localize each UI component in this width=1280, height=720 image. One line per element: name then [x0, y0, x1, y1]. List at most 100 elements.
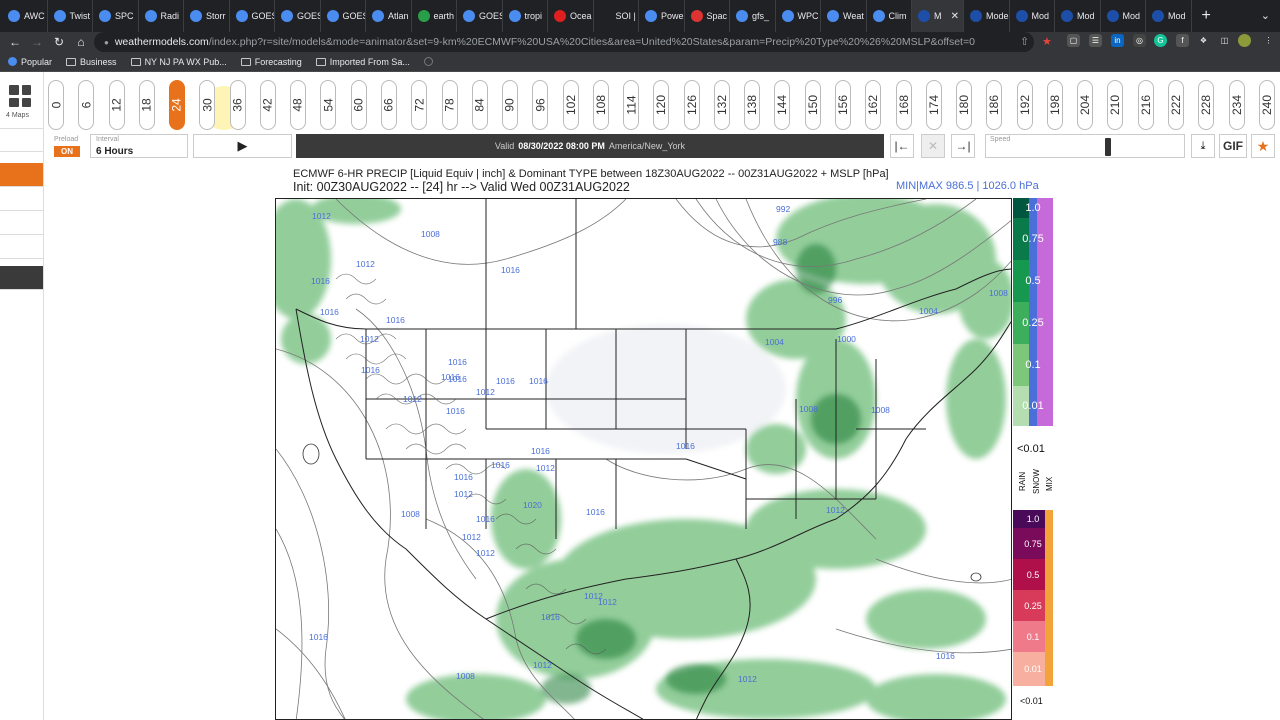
- browser-tab[interactable]: Ocea: [548, 0, 594, 32]
- maps-grid-icon[interactable]: [9, 85, 31, 107]
- close-tab-icon[interactable]: ✕: [951, 11, 959, 22]
- back-icon[interactable]: ←: [4, 35, 26, 49]
- browser-tab[interactable]: tropi: [503, 0, 548, 32]
- speed-slider-handle[interactable]: [1105, 138, 1111, 156]
- browser-tab[interactable]: Radi: [139, 0, 184, 32]
- browser-tab[interactable]: SOI |: [594, 0, 639, 32]
- forecast-hour-button[interactable]: 162: [865, 80, 882, 130]
- browser-tab[interactable]: Weat: [821, 0, 867, 32]
- sidebar-item[interactable]: [0, 187, 43, 211]
- download-button[interactable]: ⤓: [1191, 134, 1215, 158]
- forecast-hour-button[interactable]: 186: [986, 80, 1003, 130]
- browser-tab[interactable]: M ✕: [912, 0, 964, 32]
- browser-tab[interactable]: AWC: [2, 0, 48, 32]
- forecast-hour-button[interactable]: 240: [1258, 80, 1275, 130]
- play-button[interactable]: ▶: [193, 134, 292, 158]
- forecast-hour-button[interactable]: 234: [1228, 80, 1245, 130]
- forecast-hour-button[interactable]: 216: [1137, 80, 1154, 130]
- forecast-hour-button[interactable]: 6: [78, 80, 95, 130]
- favorite-button[interactable]: ★: [1251, 134, 1275, 158]
- tab-search-icon[interactable]: ⌄: [1261, 9, 1270, 22]
- forecast-hour-button[interactable]: 30: [199, 80, 216, 130]
- forecast-hour-button[interactable]: 84: [471, 80, 488, 130]
- forecast-hour-button[interactable]: 72: [411, 80, 428, 130]
- forecast-hour-button[interactable]: 108: [592, 80, 609, 130]
- sidebar-icon[interactable]: ◫: [1218, 34, 1231, 47]
- forecast-hour-button[interactable]: 66: [380, 80, 397, 130]
- bookmark-star-icon[interactable]: ★: [1042, 35, 1052, 48]
- forecast-hour-button[interactable]: 96: [532, 80, 549, 130]
- extension-icon[interactable]: ☰: [1089, 34, 1102, 47]
- forecast-hour-button[interactable]: 114: [623, 80, 640, 130]
- grammarly-icon[interactable]: G: [1154, 34, 1167, 47]
- preload-toggle[interactable]: Preload ON: [48, 134, 86, 158]
- forecast-hour-button[interactable]: 144: [774, 80, 791, 130]
- interval-select[interactable]: Interval 6 Hours: [90, 134, 188, 158]
- extension-icon[interactable]: ▢: [1067, 34, 1080, 47]
- forecast-hour-button[interactable]: 174: [925, 80, 942, 130]
- gif-button[interactable]: GIF: [1219, 134, 1247, 158]
- sidebar-item-active[interactable]: [0, 163, 43, 187]
- sidebar-item[interactable]: [0, 235, 43, 259]
- last-frame-button[interactable]: →|: [951, 134, 975, 158]
- bookmark-popular[interactable]: Popular: [8, 57, 52, 67]
- puzzle-icon[interactable]: ❖: [1197, 34, 1210, 47]
- forecast-hour-button[interactable]: 168: [895, 80, 912, 130]
- forecast-hour-button[interactable]: 156: [835, 80, 852, 130]
- reload-icon[interactable]: ↻: [48, 35, 70, 49]
- forecast-hour-button[interactable]: 36: [229, 80, 246, 130]
- forecast-hour-button[interactable]: 204: [1077, 80, 1094, 130]
- address-bar[interactable]: ● weathermodels.com/index.php?r=site/mod…: [94, 32, 1034, 52]
- forecast-hour-button[interactable]: 120: [653, 80, 670, 130]
- forecast-hour-button[interactable]: 132: [713, 80, 730, 130]
- forecast-hour-button[interactable]: 222: [1167, 80, 1184, 130]
- forecast-hour-button[interactable]: 42: [259, 80, 276, 130]
- linkedin-icon[interactable]: in: [1111, 34, 1124, 47]
- forecast-hour-button[interactable]: 18: [138, 80, 155, 130]
- browser-tab[interactable]: Mod: [1146, 0, 1192, 32]
- forecast-hour-button[interactable]: 192: [1016, 80, 1033, 130]
- home-icon[interactable]: ⌂: [70, 35, 92, 49]
- stop-button[interactable]: ✕: [921, 134, 945, 158]
- first-frame-button[interactable]: |←: [890, 134, 914, 158]
- sidebar-item[interactable]: [0, 211, 43, 235]
- browser-tab[interactable]: Twist: [48, 0, 93, 32]
- share-icon[interactable]: ⇧: [1020, 35, 1029, 48]
- forecast-hour-button[interactable]: 228: [1198, 80, 1215, 130]
- sidebar-item[interactable]: [0, 128, 43, 152]
- sidebar-item-dark[interactable]: [0, 266, 43, 290]
- bookmark-extra[interactable]: [423, 57, 433, 66]
- browser-tab[interactable]: Powe: [639, 0, 685, 32]
- forecast-hour-button[interactable]: 0: [48, 80, 64, 130]
- extension-icon[interactable]: f: [1176, 34, 1189, 47]
- forecast-hour-button[interactable]: 78: [441, 80, 458, 130]
- browser-tab[interactable]: GOES: [321, 0, 366, 32]
- forecast-hour-button[interactable]: 90: [502, 80, 519, 130]
- browser-tab[interactable]: Mode: [964, 0, 1010, 32]
- browser-tab[interactable]: Atlan: [366, 0, 412, 32]
- forecast-map[interactable]: 1012 1008 1016 1012 1016 1016 1016 1012 1016 1016…: [275, 198, 1012, 720]
- forecast-hour-button[interactable]: 138: [744, 80, 761, 130]
- browser-tab[interactable]: SPC: [93, 0, 139, 32]
- browser-tab[interactable]: Mod: [1055, 0, 1101, 32]
- forecast-hour-button[interactable]: 48: [290, 80, 307, 130]
- forecast-hour-button[interactable]: 60: [350, 80, 367, 130]
- browser-tab[interactable]: earth: [412, 0, 457, 32]
- browser-tab[interactable]: GOES: [457, 0, 503, 32]
- bookmark-folder-business[interactable]: Business: [66, 57, 117, 67]
- forecast-hour-button[interactable]: 12: [108, 80, 125, 130]
- browser-tab[interactable]: WPC: [776, 0, 821, 32]
- forecast-hour-button[interactable]: 210: [1107, 80, 1124, 130]
- forward-icon[interactable]: →: [26, 35, 48, 49]
- forecast-hour-button[interactable]: 150: [804, 80, 821, 130]
- speed-slider[interactable]: Speed: [985, 134, 1185, 158]
- browser-tab[interactable]: gfs_: [730, 0, 776, 32]
- browser-tab[interactable]: Mod: [1010, 0, 1055, 32]
- browser-tab[interactable]: Storr: [184, 0, 230, 32]
- forecast-hour-button[interactable]: 102: [562, 80, 579, 130]
- bookmark-folder-forecasting[interactable]: Forecasting: [240, 57, 302, 67]
- browser-tab[interactable]: GOES: [230, 0, 275, 32]
- kebab-menu-icon[interactable]: ⋮: [1262, 34, 1275, 47]
- browser-tab[interactable]: Clim: [867, 0, 912, 32]
- browser-tab[interactable]: Spac: [685, 0, 730, 32]
